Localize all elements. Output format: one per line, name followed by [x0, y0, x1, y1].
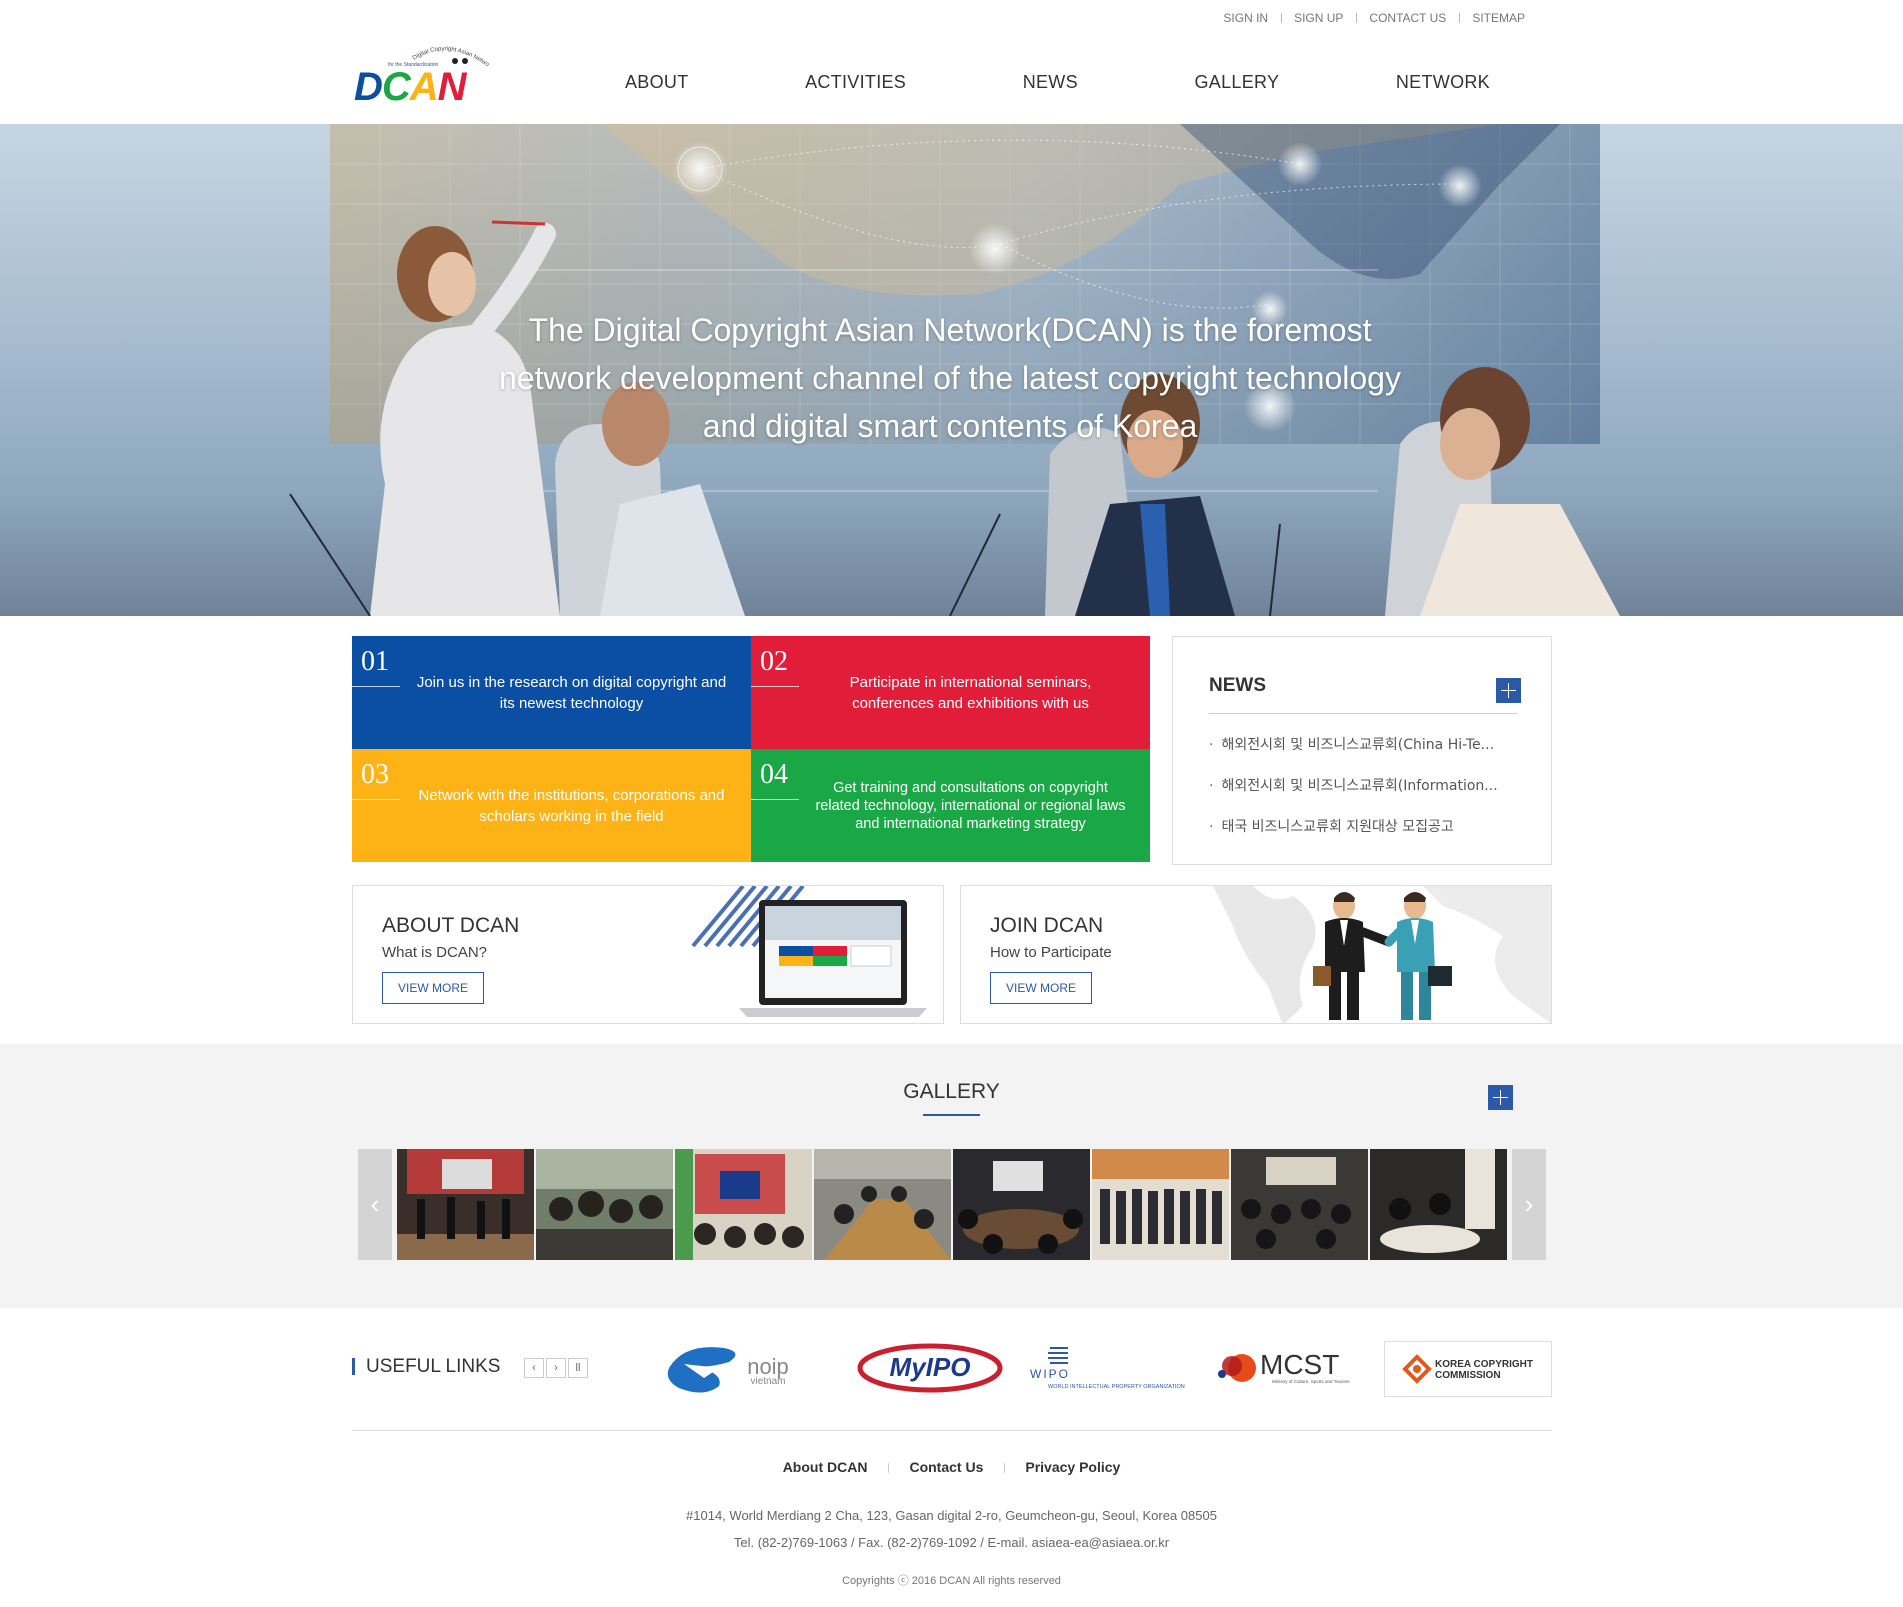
nav-network[interactable]: NETWORK: [1396, 72, 1490, 93]
join-title: JOIN DCAN: [990, 914, 1104, 937]
news-item[interactable]: 해외전시회 및 비즈니스교류회(Information...: [1209, 775, 1497, 816]
tile-text: Participate in international seminars, c…: [849, 673, 1092, 712]
tile-text: Network with the institutions, corporati…: [418, 786, 725, 825]
nav-about[interactable]: ABOUT: [625, 72, 689, 93]
footer-address: #1014, World Merdiang 2 Cha, 123, Gasan …: [686, 1508, 1217, 1523]
utility-links: SIGN IN SIGN UP CONTACT US SITEMAP: [1210, 11, 1538, 25]
gallery-photo[interactable]: [814, 1149, 951, 1260]
tile-research[interactable]: 01 Join us in the research on digital co…: [352, 636, 751, 749]
about-dcan-box: ABOUT DCAN What is DCAN? VIEW MORE: [352, 885, 944, 1024]
title-underline: [923, 1114, 980, 1116]
partner-wipo-logo[interactable]: WIPO WORLD INTELLECTUAL PROPERTY ORGANIZ…: [1028, 1338, 1190, 1398]
divider: [1209, 713, 1517, 714]
laptop-illustration: [691, 886, 927, 1017]
partner-name: MyIPO: [890, 1352, 971, 1382]
main-nav: ABOUT ACTIVITIES NEWS GALLERY NETWORK: [560, 72, 1520, 93]
hero-text: The Digital Copyright Asian Network(DCAN…: [460, 306, 1440, 450]
gallery-photo[interactable]: [536, 1149, 673, 1260]
tile-seminars[interactable]: 02 Participate in international seminars…: [751, 636, 1150, 749]
nav-news[interactable]: NEWS: [1023, 72, 1078, 93]
gallery-prev-button[interactable]: ‹: [358, 1149, 392, 1260]
gallery-next-button[interactable]: ›: [1512, 1149, 1546, 1260]
partner-sub: Ministry of Culture, Sports and Tourism: [1272, 1379, 1350, 1384]
tile-network[interactable]: 03 Network with the institutions, corpor…: [352, 749, 751, 862]
partner-name: WIPO: [1030, 1367, 1070, 1381]
sign-up-link[interactable]: SIGN UP: [1281, 11, 1356, 25]
page: SIGN IN SIGN UP CONTACT US SITEMAP Digit…: [0, 0, 1903, 1607]
handshake-illustration: [1213, 886, 1551, 1023]
nav-gallery[interactable]: GALLERY: [1194, 72, 1279, 93]
gallery-photo[interactable]: [397, 1149, 534, 1260]
links-pause-button[interactable]: ll: [568, 1358, 588, 1378]
about-subtitle: What is DCAN?: [382, 944, 488, 961]
hero-line-1: The Digital Copyright Asian Network(DCAN…: [528, 312, 1372, 348]
gallery-photo[interactable]: [675, 1149, 812, 1260]
hero-line-2: network development channel of the lates…: [499, 360, 1401, 396]
partner-myipo-logo[interactable]: MyIPO: [856, 1338, 1004, 1398]
news-item[interactable]: 태국 비즈니스교류회 지원대상 모집공고: [1209, 816, 1498, 857]
partner-sub: COMMISSION: [1435, 1370, 1501, 1381]
about-title: ABOUT DCAN: [382, 914, 520, 937]
partner-name: KOREA COPYRIGHT: [1435, 1359, 1533, 1370]
partner-name: MCST: [1260, 1349, 1339, 1380]
gallery-thumbnails: [397, 1149, 1508, 1260]
tile-number: 03: [352, 759, 400, 800]
dcan-logo[interactable]: Digital Copyright Asian Network for the …: [351, 40, 497, 109]
hero-banner: The Digital Copyright Asian Network(DCAN…: [0, 124, 1903, 616]
feature-tiles: 01 Join us in the research on digital co…: [352, 636, 1150, 862]
contact-us-link[interactable]: CONTACT US: [1356, 11, 1459, 25]
gallery-more-plus-icon[interactable]: [1488, 1085, 1513, 1110]
news-more-plus-icon[interactable]: [1496, 678, 1521, 703]
join-dcan-box: JOIN DCAN How to Participate VIEW MORE: [960, 885, 1552, 1024]
partner-sub: WORLD INTELLECTUAL PROPERTY ORGANIZATION: [1048, 1384, 1185, 1390]
footer-copyright: Copyrights ⓒ 2016 DCAN All rights reserv…: [842, 1575, 1061, 1587]
partner-sub: vietnam: [750, 1376, 785, 1387]
tile-number: 02: [751, 646, 799, 687]
news-box: NEWS 해외전시회 및 비즈니스교류회(China Hi-Te... 해외전시…: [1172, 636, 1552, 865]
tile-number: 01: [352, 646, 400, 687]
svg-text:DCAN: DCAN: [354, 65, 468, 106]
gallery-photo[interactable]: [1092, 1149, 1229, 1260]
links-next-button[interactable]: ›: [546, 1358, 566, 1378]
partner-mcst-logo[interactable]: MCST Ministry of Culture, Sports and Tou…: [1212, 1338, 1362, 1398]
gallery-title: GALLERY: [903, 1080, 1000, 1103]
tile-training[interactable]: 04 Get training and consultations on cop…: [751, 749, 1150, 862]
footer-privacy-link[interactable]: Privacy Policy: [1004, 1459, 1141, 1475]
sitemap-link[interactable]: SITEMAP: [1459, 11, 1538, 25]
sign-in-link[interactable]: SIGN IN: [1210, 11, 1281, 25]
news-list: 해외전시회 및 비즈니스교류회(China Hi-Te... 해외전시회 및 비…: [1209, 734, 1498, 857]
about-view-more-button[interactable]: VIEW MORE: [382, 972, 484, 1004]
footer-about-link[interactable]: About DCAN: [762, 1459, 889, 1475]
nav-activities[interactable]: ACTIVITIES: [805, 72, 906, 93]
news-item[interactable]: 해외전시회 및 비즈니스교류회(China Hi-Te...: [1209, 734, 1498, 775]
footer-nav: About DCAN Contact Us Privacy Policy: [0, 1459, 1903, 1475]
footer-contact-info: Tel. (82-2)769-1063 / Fax. (82-2)769-109…: [733, 1535, 1170, 1550]
footer-divider: [352, 1430, 1552, 1431]
gallery-section: GALLERY ‹ ›: [0, 1044, 1903, 1308]
tile-text: Join us in the research on digital copyr…: [416, 673, 727, 712]
join-subtitle: How to Participate: [990, 944, 1112, 961]
footer-contact-link[interactable]: Contact Us: [888, 1459, 1004, 1475]
partner-noip-logo[interactable]: noip vietnam: [664, 1338, 834, 1398]
gallery-photo[interactable]: [1370, 1149, 1507, 1260]
partner-korea-copyright-commission-logo[interactable]: KOREA COPYRIGHT COMMISSION: [1384, 1341, 1552, 1397]
join-view-more-button[interactable]: VIEW MORE: [990, 972, 1092, 1004]
links-prev-button[interactable]: ‹: [524, 1358, 544, 1378]
tile-number: 04: [751, 759, 799, 800]
gallery-photo[interactable]: [953, 1149, 1090, 1260]
tile-text: Get training and consultations on copyri…: [815, 779, 1126, 832]
news-title: NEWS: [1209, 675, 1266, 696]
useful-links-controls: ‹ › ll: [524, 1358, 588, 1378]
hero-line-3: and digital smart contents of Korea: [702, 408, 1198, 444]
useful-links-title: USEFUL LINKS: [352, 1357, 500, 1376]
gallery-photo[interactable]: [1231, 1149, 1368, 1260]
